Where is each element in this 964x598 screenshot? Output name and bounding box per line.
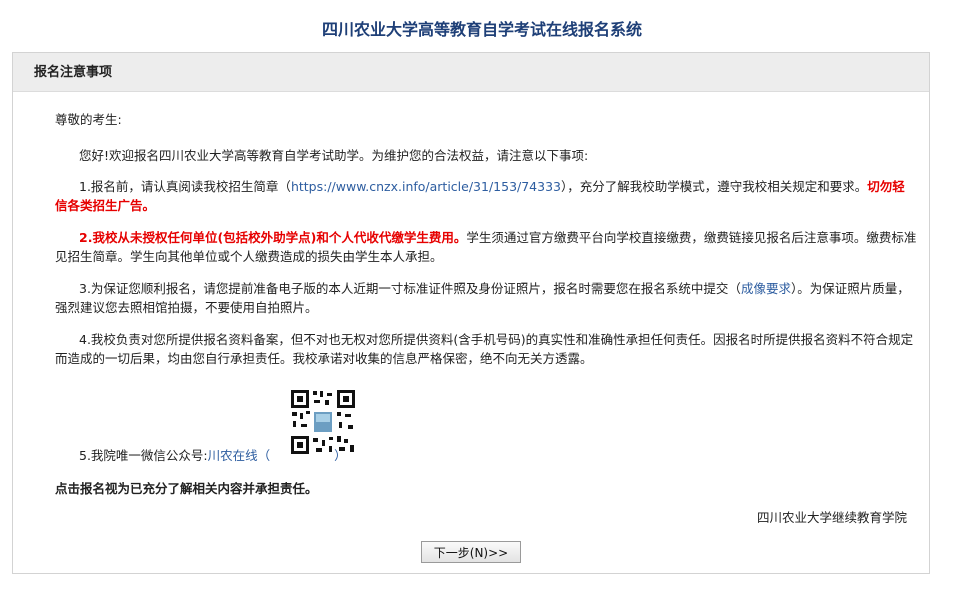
wechat-account-link[interactable]: 川农在线 [208, 448, 258, 463]
item3-prefix: 3.为保证您顺利报名，请您提前准备电子版的本人近期一寸标准证件照及身份证照片，报… [79, 281, 741, 296]
notice-panel: 报名注意事项 尊敬的考生: 您好!欢迎报名四川农业大学高等教育自学考试助学。为维… [12, 52, 930, 574]
item1-middle: ），充分了解我校助学模式，遵守我校相关规定和要求。 [561, 179, 868, 194]
item5-paren-close: ） [334, 448, 347, 463]
notice-item-5: 5.我院唯一微信公众号:川农在线（ ） [55, 446, 917, 465]
next-step-button[interactable]: 下一步(N)>> [421, 541, 521, 563]
brochure-link[interactable]: https://www.cnzx.info/article/31/153/743… [291, 179, 561, 194]
salutation: 尊敬的考生: [55, 112, 122, 127]
responsibility-notice: 点击报名视为已充分了解相关内容并承担责任。 [55, 481, 318, 496]
notice-item-4: 4.我校负责对您所提供报名资料备案，但不对也无权对您所提供资料(含手机号码)的真… [55, 332, 914, 366]
item5-prefix: 5.我院唯一微信公众号: [79, 448, 208, 463]
photo-requirements-link[interactable]: 成像要求 [741, 281, 791, 296]
page-title: 四川农业大学高等教育自学考试在线报名系统 [321, 20, 642, 39]
notice-item-1: 1.报名前，请认真阅读我校招生简章（https://www.cnzx.info/… [55, 177, 917, 215]
item5-paren-open: （ [257, 448, 271, 463]
intro-text: 您好!欢迎报名四川农业大学高等教育自学考试助学。为维护您的合法权益，请注意以下事… [79, 148, 589, 163]
college-signature: 四川农业大学继续教育学院 [756, 510, 907, 525]
item2-warning: 我校从未授权任何单位(包括校外助学点)和个人代收代缴学生费用。 [92, 230, 467, 245]
item2-prefix: 2. [79, 230, 93, 245]
notice-item-3: 3.为保证您顺利报名，请您提前准备电子版的本人近期一寸标准证件照及身份证照片，报… [55, 279, 917, 317]
panel-header: 报名注意事项 [13, 53, 929, 92]
item1-prefix: 1.报名前，请认真阅读我校招生简章（ [79, 179, 291, 194]
notice-item-2: 2.我校从未授权任何单位(包括校外助学点)和个人代收代缴学生费用。学生须通过官方… [55, 228, 917, 266]
